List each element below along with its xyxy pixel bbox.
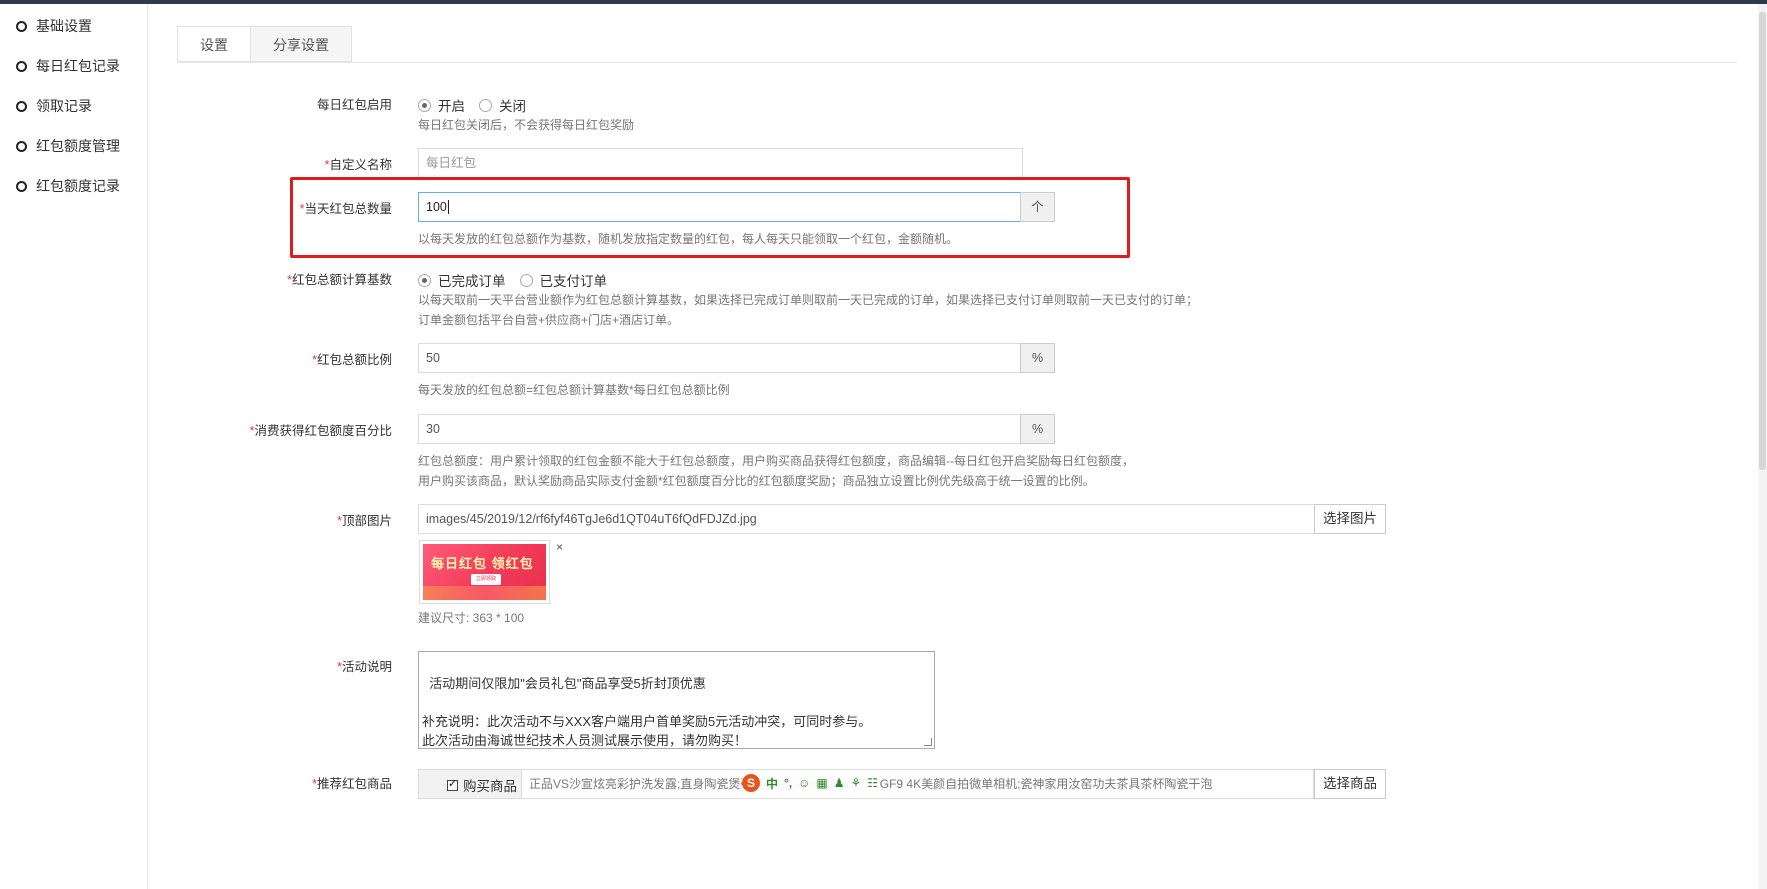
- radio-checked-icon[interactable]: [418, 273, 431, 287]
- purchase-goods-checkbox[interactable]: 购买商品: [419, 770, 522, 798]
- ime-logo-icon[interactable]: S: [742, 774, 760, 792]
- sidebar-item-label: 红包额度管理: [36, 138, 120, 154]
- resize-handle-icon[interactable]: [924, 738, 932, 746]
- circle-icon: [16, 180, 27, 192]
- custom-name-label: *自定义名称: [324, 158, 392, 172]
- tab-divider: [177, 62, 1737, 63]
- sidebar-item-label: 基础设置: [36, 18, 92, 34]
- total-count-label: *当天红包总数量: [299, 202, 392, 216]
- ime-menu-icon[interactable]: ☷: [867, 776, 878, 790]
- consume-percent-input[interactable]: 30: [418, 414, 1021, 444]
- activity-desc-textarea[interactable]: 活动期间仅限加"会员礼包"商品享受5折封顶优惠 补充说明：此次活动不与XXX客户…: [418, 651, 935, 749]
- ratio-input[interactable]: 50: [418, 343, 1021, 373]
- ratio-label: *红包总额比例: [312, 353, 392, 367]
- sidebar-item-label: 领取记录: [36, 98, 92, 114]
- percent-addon: %: [1020, 343, 1055, 373]
- circle-icon: [16, 60, 27, 72]
- total-count-input[interactable]: 100: [418, 192, 1021, 222]
- calc-base-help-2: 订单金额包括平台自营+供应商+门店+酒店订单。: [418, 313, 680, 327]
- sidebar-item-basic-settings[interactable]: 基础设置: [16, 16, 92, 36]
- enable-radio-group: 开启 关闭: [418, 95, 540, 115]
- sidebar-item-quota-management[interactable]: 红包额度管理: [16, 136, 120, 156]
- ime-chinese-mode-icon[interactable]: 中: [766, 775, 778, 792]
- enable-help: 每日红包关闭后，不会获得每日红包奖励: [418, 118, 635, 132]
- percent-addon: %: [1020, 414, 1055, 444]
- calc-base-radio-group: 已完成订单 已支付订单: [418, 270, 621, 290]
- banner-decoration: [423, 586, 546, 600]
- remove-image-icon[interactable]: ×: [556, 540, 563, 554]
- sidebar-item-label: 红包额度记录: [36, 178, 120, 194]
- image-size-help: 建议尺寸: 363 * 100: [418, 611, 525, 625]
- calc-base-label: *红包总额计算基数: [287, 273, 392, 287]
- completed-orders-option[interactable]: 已完成订单: [418, 270, 506, 290]
- ime-skin-icon[interactable]: ⚘: [851, 776, 862, 790]
- select-goods-button[interactable]: 选择商品: [1314, 769, 1386, 799]
- paid-orders-option[interactable]: 已支付订单: [519, 270, 607, 290]
- radio-unchecked-icon[interactable]: [519, 273, 533, 287]
- banner-button: 立即领取: [471, 574, 501, 585]
- calc-base-help-1: 以每天取前一天平台营业额作为红包总额计算基数，如果选择已完成订单则取前一天已完成…: [418, 293, 1199, 307]
- count-unit-addon: 个: [1020, 192, 1055, 222]
- ime-punctuation-icon[interactable]: °,: [784, 776, 792, 790]
- recommend-goods-label: *推荐红包商品: [312, 777, 392, 791]
- ime-keyboard-icon[interactable]: ▦: [816, 776, 827, 790]
- enable-label: 每日红包启用: [316, 98, 392, 112]
- activity-desc-label: *活动说明: [337, 660, 392, 674]
- radio-checked-icon[interactable]: [418, 98, 431, 112]
- ime-emoji-icon[interactable]: ☺: [798, 776, 810, 790]
- ime-user-icon[interactable]: ♟: [834, 776, 845, 790]
- enable-on-option[interactable]: 开启: [418, 95, 465, 115]
- main-content: 设置 分享设置: [149, 4, 1759, 889]
- circle-icon: [16, 20, 27, 32]
- circle-icon: [16, 140, 27, 152]
- top-image-label: *顶部图片: [337, 514, 392, 528]
- total-count-help: 以每天发放的红包总额作为基数，随机发放指定数量的红包，每人每天只能领取一个红包，…: [418, 232, 959, 246]
- sidebar-item-claim-records[interactable]: 领取记录: [16, 96, 92, 116]
- enable-off-option[interactable]: 关闭: [479, 95, 526, 115]
- banner-image: 每日红包 领红包 立即领取: [423, 544, 546, 600]
- radio-unchecked-icon[interactable]: [479, 98, 492, 112]
- page-scrollbar[interactable]: [1758, 4, 1767, 889]
- banner-title: 每日红包 领红包: [431, 556, 534, 571]
- sidebar-item-label: 每日红包记录: [36, 58, 120, 74]
- sidebar-item-quota-records[interactable]: 红包额度记录: [16, 176, 120, 196]
- tab-bar: 设置 分享设置: [177, 26, 352, 62]
- ime-toolbar[interactable]: S 中 °, ☺ ▦ ♟ ⚘ ☷: [742, 774, 879, 792]
- top-image-path-input[interactable]: images/45/2019/12/rf6fyf46TgJe6d1QT04uT6…: [418, 504, 1315, 534]
- sidebar: 基础设置 每日红包记录 领取记录 红包额度管理 红包额度记录: [0, 4, 148, 889]
- tab-share-settings[interactable]: 分享设置: [251, 26, 352, 62]
- consume-percent-label: *消费获得红包额度百分比: [249, 424, 392, 438]
- consume-percent-help-2: 用户购买该商品，默认奖励商品实际支付金额*红包额度百分比的红包额度奖励；商品独立…: [418, 474, 1095, 488]
- custom-name-input[interactable]: 每日红包: [418, 148, 1023, 178]
- circle-icon: [16, 100, 27, 112]
- ratio-help: 每天发放的红包总额=红包总额计算基数*每日红包总额比例: [418, 383, 730, 397]
- consume-percent-help-1: 红包总额度：用户累计领取的红包金额不能大于红包总额度，用户购买商品获得红包额度，…: [418, 454, 1134, 468]
- checkbox-checked-icon[interactable]: [447, 777, 458, 791]
- scrollbar-thumb[interactable]: [1759, 12, 1766, 470]
- sidebar-item-daily-records[interactable]: 每日红包记录: [16, 56, 120, 76]
- select-image-button[interactable]: 选择图片: [1314, 504, 1386, 534]
- top-image-thumbnail: 每日红包 领红包 立即领取: [419, 540, 550, 604]
- tab-settings[interactable]: 设置: [177, 26, 251, 62]
